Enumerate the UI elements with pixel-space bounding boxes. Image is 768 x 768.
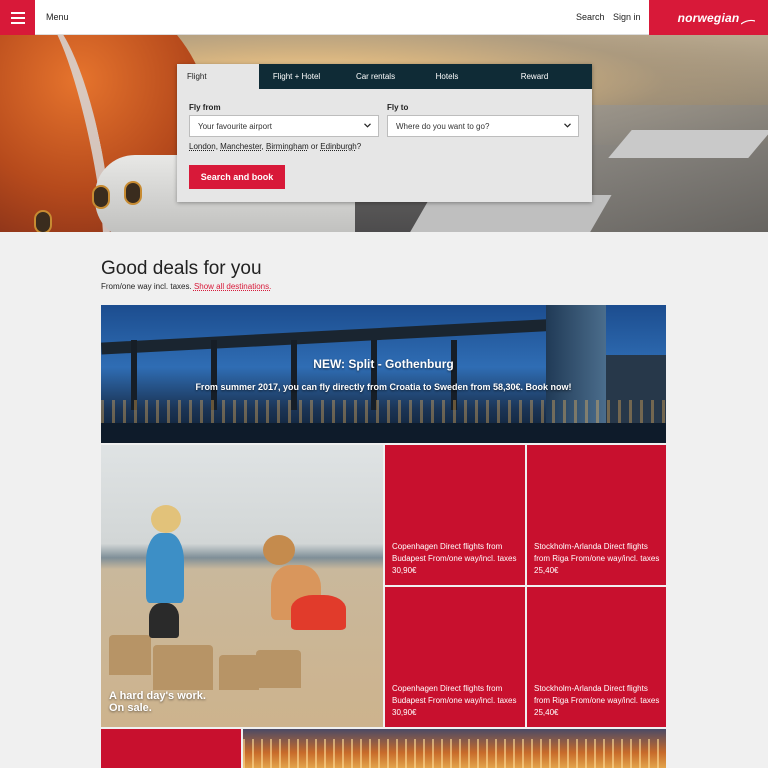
search-and-book-button[interactable]: Search and book: [189, 165, 285, 189]
top-navigation-bar: Menu Search Sign in norwegian: [0, 0, 768, 35]
deal-tile-text: Stockholm-Arlanda Direct flights from Ri…: [534, 684, 660, 717]
airport-suggestions: London, Manchester, Birmingham or Edinbu…: [189, 142, 362, 151]
brand-logo-text: norwegian: [677, 10, 740, 25]
swoosh-icon: [741, 19, 755, 25]
child-figure: [263, 535, 295, 565]
beach-card-caption: A hard day's work. On sale.: [109, 690, 206, 714]
aircraft-window: [34, 210, 52, 232]
deal-banner-split-gothenburg[interactable]: NEW: Split - Gothenburg From summer 2017…: [101, 305, 666, 443]
chevron-down-icon: [564, 123, 571, 128]
fly-to-value: Where do you want to go?: [396, 121, 490, 131]
deal-card-city[interactable]: [243, 729, 666, 768]
chevron-down-icon: [364, 123, 371, 128]
fly-to-label: Fly to: [387, 103, 409, 112]
aircraft-window: [92, 185, 110, 209]
suggestion-birmingham[interactable]: Birmingham: [266, 142, 309, 151]
sandcastle: [109, 635, 151, 675]
deal-tile-copenhagen[interactable]: Copenhagen Direct flights from Budapest …: [385, 587, 525, 727]
deal-tile-stockholm[interactable]: Stockholm-Arlanda Direct flights from Ri…: [527, 587, 666, 727]
deals-heading: Good deals for you: [101, 258, 262, 279]
tab-car-rentals[interactable]: Car rentals: [334, 64, 417, 89]
tab-hotels[interactable]: Hotels: [417, 64, 477, 89]
banner-title: NEW: Split - Gothenburg: [313, 357, 454, 371]
booking-tabs: Flight Flight + Hotel Car rentals Hotels…: [177, 64, 592, 89]
fly-from-label: Fly from: [189, 103, 221, 112]
fly-from-select[interactable]: Your favourite airport: [189, 115, 379, 137]
suggestion-london[interactable]: London: [189, 142, 216, 151]
banner-text: From summer 2017, you can fly directly f…: [195, 382, 572, 392]
tab-flight[interactable]: Flight: [177, 64, 259, 89]
search-link[interactable]: Search: [576, 12, 605, 22]
deals-subtitle: From/one way incl. taxes. Show all desti…: [101, 282, 272, 291]
deal-tile-text: Copenhagen Direct flights from Budapest …: [392, 542, 517, 575]
hamburger-icon: [10, 11, 25, 14]
flight-booking-widget: Flight Flight + Hotel Car rentals Hotels…: [177, 64, 592, 202]
child-figure: [151, 505, 181, 533]
brand-logo[interactable]: norwegian: [649, 0, 768, 35]
deal-tile-text: Copenhagen Direct flights from Budapest …: [392, 684, 517, 717]
hamburger-menu-button[interactable]: [0, 0, 35, 35]
suggestion-edinburgh[interactable]: Edinburgh: [320, 142, 356, 151]
fly-from-value: Your favourite airport: [198, 121, 272, 131]
deal-tile-copenhagen[interactable]: Copenhagen Direct flights from Budapest …: [385, 445, 525, 585]
show-all-destinations-link[interactable]: Show all destinations.: [194, 282, 271, 291]
aircraft-window: [124, 181, 142, 205]
deal-tile-stockholm[interactable]: Stockholm-Arlanda Direct flights from Ri…: [527, 445, 666, 585]
menu-label[interactable]: Menu: [46, 12, 69, 22]
deal-card-beach[interactable]: A hard day's work. On sale.: [101, 445, 383, 727]
sign-in-link[interactable]: Sign in: [613, 12, 641, 22]
fly-to-select[interactable]: Where do you want to go?: [387, 115, 579, 137]
deal-tile-partial[interactable]: [101, 729, 241, 768]
suggestion-manchester[interactable]: Manchester: [220, 142, 261, 151]
tab-flight-hotel[interactable]: Flight + Hotel: [259, 64, 334, 89]
deal-tile-text: Stockholm-Arlanda Direct flights from Ri…: [534, 542, 660, 575]
tab-reward[interactable]: Reward: [477, 64, 592, 89]
